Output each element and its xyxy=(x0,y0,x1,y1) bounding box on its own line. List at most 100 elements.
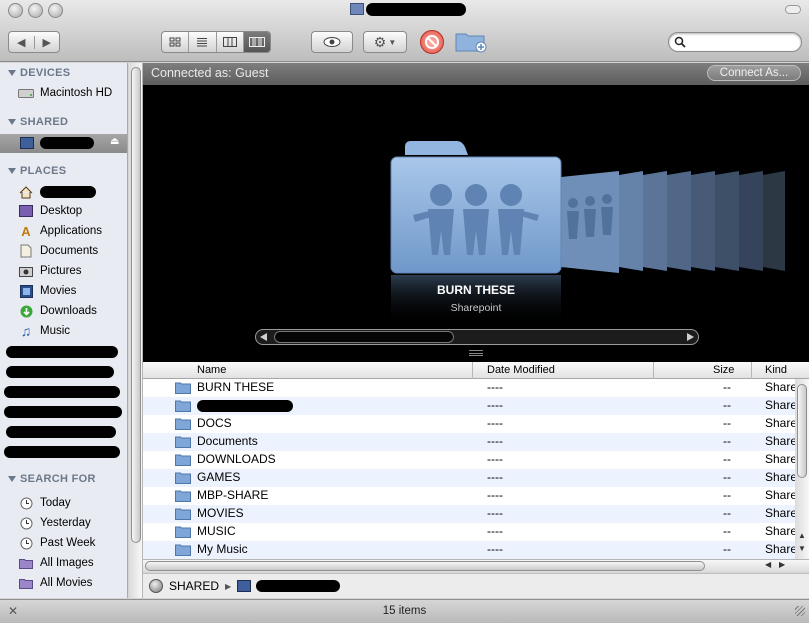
column-divider[interactable] xyxy=(653,362,654,379)
sidebar-item-music[interactable]: ♫ Music xyxy=(18,322,126,340)
cover-flow-item-kind: Sharepoint xyxy=(450,302,502,314)
redacted-sidebar-item[interactable] xyxy=(4,406,122,418)
redacted-sidebar-item[interactable] xyxy=(6,366,114,378)
list-horizontal-scroll-thumb[interactable] xyxy=(145,561,705,571)
toolbar-toggle-button[interactable] xyxy=(785,5,801,14)
action-menu-button[interactable]: ⚙ ▼ xyxy=(363,31,407,53)
row-kind: Share xyxy=(765,398,795,412)
table-row[interactable]: MBP-SHARE ---- -- Share xyxy=(143,487,795,505)
row-date: ---- xyxy=(487,452,503,466)
cover-flow-item-name: BURN THESE xyxy=(436,283,515,297)
list-horizontal-scrollbar[interactable]: ◀ ▶ xyxy=(143,559,809,572)
sidebar-scrollbar[interactable] xyxy=(129,63,143,598)
sidebar-section-shared[interactable]: SHARED xyxy=(8,116,68,128)
sidebar-item-downloads[interactable]: Downloads xyxy=(18,302,126,320)
row-date: ---- xyxy=(487,416,503,430)
sidebar-item-all-images[interactable]: All Images xyxy=(18,554,126,572)
sidebar-item-today[interactable]: Today xyxy=(18,494,126,512)
scroll-left-arrow-icon[interactable]: ◀ xyxy=(765,560,771,569)
sidebar-item-applications[interactable]: A Applications xyxy=(18,222,126,240)
table-row[interactable]: DOWNLOADS ---- -- Share xyxy=(143,451,795,469)
hard-drive-icon xyxy=(18,86,34,100)
list-vertical-scrollbar[interactable]: ▲ ▼ xyxy=(795,379,809,559)
search-input[interactable] xyxy=(691,35,795,49)
column-divider[interactable] xyxy=(472,362,473,379)
cover-flow-view-button[interactable] xyxy=(242,32,270,52)
scroll-left-arrow-icon[interactable] xyxy=(260,333,267,341)
quick-look-button[interactable] xyxy=(311,31,353,53)
redacted-sidebar-item[interactable] xyxy=(4,446,120,458)
sidebar-section-devices[interactable]: DEVICES xyxy=(8,67,70,79)
sidebar-item-home[interactable] xyxy=(18,183,126,201)
forward-button[interactable]: ▶ xyxy=(33,35,60,49)
redacted-sidebar-item[interactable] xyxy=(6,346,118,358)
sidebar-item-macintosh-hd[interactable]: Macintosh HD xyxy=(18,84,126,102)
minimize-window-button[interactable] xyxy=(28,3,43,18)
connect-as-button[interactable]: Connect As... xyxy=(707,65,801,81)
window-toolbar: ◀ ▶ ⚙ ▼ xyxy=(0,0,809,62)
clock-icon xyxy=(18,516,34,530)
cover-flow-pane[interactable]: BURN THESE Sharepoint xyxy=(143,85,809,362)
list-column-header: Name Date Modified Size Kind xyxy=(143,362,809,379)
redacted-sidebar-item[interactable] xyxy=(6,426,116,438)
icon-view-button[interactable] xyxy=(162,32,188,52)
split-resize-handle[interactable] xyxy=(469,350,483,356)
table-row[interactable]: MUSIC ---- -- Share xyxy=(143,523,795,541)
cover-flow-scrollbar[interactable] xyxy=(255,329,699,345)
sidebar-header-label: SHARED xyxy=(20,116,69,128)
column-view-button[interactable] xyxy=(215,32,243,52)
cover-flow-scroll-thumb[interactable] xyxy=(274,331,454,343)
list-vertical-scroll-thumb[interactable] xyxy=(797,384,807,478)
table-row[interactable]: MOVIES ---- -- Share xyxy=(143,505,795,523)
scroll-right-arrow-icon[interactable] xyxy=(687,333,694,341)
redacted-sidebar-item[interactable] xyxy=(4,386,120,398)
scroll-right-arrow-icon[interactable]: ▶ xyxy=(779,560,785,569)
sidebar-item-label: Yesterday xyxy=(40,517,91,529)
status-bar: ✕ 15 items xyxy=(0,599,809,623)
path-separator-icon: ▶ xyxy=(225,581,232,591)
sidebar-item-past-week[interactable]: Past Week xyxy=(18,534,126,552)
column-header-date-modified[interactable]: Date Modified xyxy=(487,364,555,376)
back-button[interactable]: ◀ xyxy=(9,36,34,49)
column-header-size[interactable]: Size xyxy=(713,364,734,376)
redacted-path-segment[interactable] xyxy=(256,580,341,592)
column-header-name[interactable]: Name xyxy=(197,364,226,376)
list-view-icon xyxy=(197,38,208,47)
row-size: -- xyxy=(723,380,731,394)
table-row[interactable]: DOCS ---- -- Share xyxy=(143,415,795,433)
table-row[interactable]: BURN THESE ---- -- Share xyxy=(143,379,795,397)
scroll-up-arrow-icon[interactable]: ▲ xyxy=(798,531,806,540)
sidebar-scroll-thumb[interactable] xyxy=(131,67,141,543)
home-icon xyxy=(18,185,34,199)
row-size: -- xyxy=(723,452,731,466)
row-name: MBP-SHARE xyxy=(197,488,269,502)
close-window-button[interactable] xyxy=(8,3,23,18)
table-row[interactable]: ---- -- Share xyxy=(143,397,795,415)
delete-button[interactable] xyxy=(420,30,444,54)
sidebar-item-shared-computer[interactable]: ⏏ xyxy=(0,134,127,153)
column-header-kind[interactable]: Kind xyxy=(765,364,787,376)
sidebar-item-pictures[interactable]: Pictures xyxy=(18,262,126,280)
table-row[interactable]: GAMES ---- -- Share xyxy=(143,469,795,487)
list-view-button[interactable] xyxy=(188,32,215,52)
pictures-icon xyxy=(18,264,34,278)
row-name: DOWNLOADS xyxy=(197,452,276,466)
sidebar-item-all-movies[interactable]: All Movies xyxy=(18,574,126,592)
sidebar-section-search-for[interactable]: SEARCH FOR xyxy=(8,473,96,485)
new-folder-button[interactable] xyxy=(455,29,487,53)
table-row[interactable]: Documents ---- -- Share xyxy=(143,433,795,451)
sidebar-item-desktop[interactable]: Desktop xyxy=(18,202,126,220)
column-divider[interactable] xyxy=(751,362,752,379)
zoom-window-button[interactable] xyxy=(48,3,63,18)
sidebar-item-movies[interactable]: Movies xyxy=(18,282,126,300)
sidebar-item-yesterday[interactable]: Yesterday xyxy=(18,514,126,532)
sidebar-item-documents[interactable]: Documents xyxy=(18,242,126,260)
search-field[interactable] xyxy=(668,32,802,52)
resize-grip-icon[interactable] xyxy=(795,606,805,616)
row-size: -- xyxy=(723,506,731,520)
scroll-down-arrow-icon[interactable]: ▼ xyxy=(798,544,806,553)
path-segment-shared[interactable]: SHARED xyxy=(169,579,219,593)
sidebar-item-label: Desktop xyxy=(40,205,83,217)
sidebar-section-places[interactable]: PLACES xyxy=(8,165,66,177)
table-row[interactable]: My Music ---- -- Share xyxy=(143,541,795,559)
